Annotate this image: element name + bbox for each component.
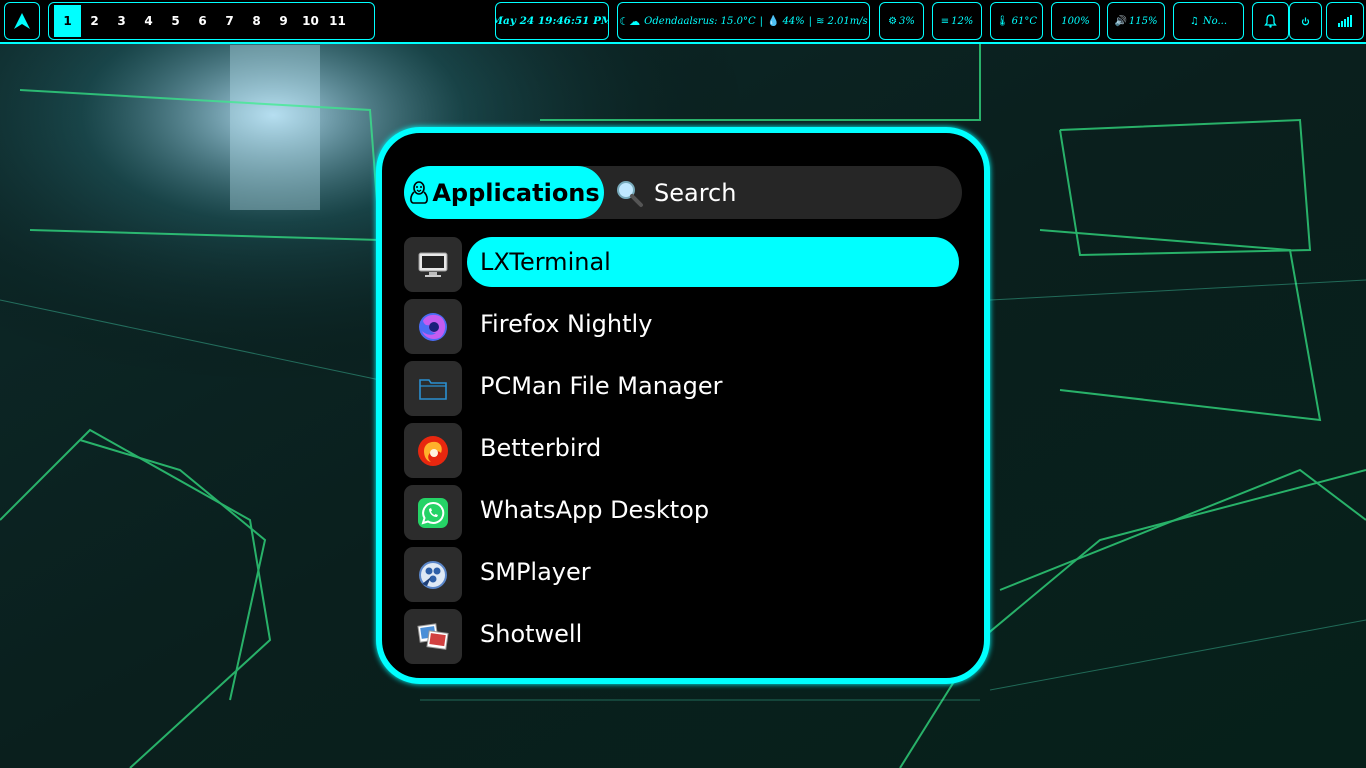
list-item-pcman-file-manager[interactable]: PCMan File Manager (404, 361, 964, 417)
volume-widget[interactable]: 🔊 115% (1107, 2, 1165, 40)
search-placeholder: Search (654, 178, 737, 207)
workspace-switcher: 1 2 3 4 5 6 7 8 9 10 11 (48, 2, 375, 40)
whatsapp-icon (418, 497, 448, 528)
terminal-icon (418, 252, 448, 277)
smplayer-icon (419, 560, 447, 589)
mode-label: Applications (432, 178, 600, 207)
cpu-usage: 3% (899, 15, 915, 27)
temperature-value: 61°C (1011, 15, 1038, 27)
workspace-button-6[interactable]: 6 (189, 5, 216, 37)
list-item-shotwell[interactable]: Shotwell (404, 609, 964, 665)
search-input[interactable]: Search (614, 166, 736, 219)
memory-icon: ≡ (940, 15, 950, 27)
brightness-value: 100% (1061, 15, 1090, 27)
weather-wind: 2.01m/s (827, 15, 868, 27)
music-title: No... (1202, 15, 1228, 27)
list-item-firefox-nightly[interactable]: Firefox Nightly (404, 299, 964, 355)
music-note-icon: ♫ (1189, 15, 1199, 27)
cpu-widget[interactable]: ⚙ 3% (879, 2, 924, 40)
list-item-smplayer[interactable]: SMPlayer (404, 547, 964, 603)
arch-logo-icon (14, 13, 30, 29)
workspace-button-2[interactable]: 2 (81, 5, 108, 37)
list-item-lxterminal[interactable]: LXTerminal (404, 237, 964, 293)
signal-bars-icon (1338, 15, 1352, 27)
weather-location-temp: Odendaalsrus: 15.0°C (644, 15, 756, 27)
memory-usage: 12% (951, 15, 974, 27)
app-label: Shotwell (480, 620, 583, 648)
magnifier-icon (617, 180, 643, 207)
app-launcher-window: Applications Search LXTerminal Firefox N… (376, 127, 990, 684)
power-icon (1301, 17, 1310, 25)
weather-widget[interactable]: ☾☁ Odendaalsrus: 15.0°C | 💧 44% | ≋ 2.01… (617, 2, 870, 40)
top-panel: 1 2 3 4 5 6 7 8 9 10 11 May 24 19:46:51 … (0, 0, 1366, 44)
temperature-widget[interactable]: 🌡 61°C (990, 2, 1043, 40)
workspace-button-10[interactable]: 10 (297, 5, 324, 37)
workspace-button-8[interactable]: 8 (243, 5, 270, 37)
shotwell-icon (417, 622, 449, 650)
moon-cloud-icon: ☾☁ (619, 14, 641, 28)
app-label: PCMan File Manager (480, 372, 723, 400)
arch-logo-button[interactable] (4, 2, 40, 40)
list-item-betterbird[interactable]: Betterbird (404, 423, 964, 479)
brightness-widget[interactable]: 100% (1051, 2, 1100, 40)
power-button[interactable] (1289, 2, 1322, 40)
firefox-nightly-icon (419, 312, 447, 341)
speaker-icon: 🔊 (1114, 15, 1127, 27)
workspace-button-9[interactable]: 9 (270, 5, 297, 37)
tux-penguin-icon (410, 180, 429, 204)
workspace-button-3[interactable]: 3 (108, 5, 135, 37)
workspace-button-4[interactable]: 4 (135, 5, 162, 37)
weather-humidity: 44% (782, 15, 805, 27)
app-label: SMPlayer (480, 558, 591, 586)
thermometer-icon: 🌡 (995, 15, 1009, 27)
cpu-icon: ⚙ (888, 15, 898, 27)
droplet-icon: 💧 (766, 15, 780, 27)
app-label: Firefox Nightly (480, 310, 653, 338)
network-button[interactable] (1326, 2, 1364, 40)
bell-icon (1264, 14, 1277, 28)
app-label: LXTerminal (467, 237, 959, 287)
launcher-input-bar: Applications Search (404, 166, 962, 219)
clock[interactable]: May 24 19:46:51 PM (495, 2, 609, 40)
list-item-whatsapp-desktop[interactable]: WhatsApp Desktop (404, 485, 964, 541)
memory-widget[interactable]: ≡ 12% (932, 2, 982, 40)
workspace-button-11[interactable]: 11 (324, 5, 351, 37)
notification-button[interactable] (1252, 2, 1289, 40)
app-label: Betterbird (480, 434, 602, 462)
volume-value: 115% (1128, 15, 1158, 27)
folder-icon (419, 378, 447, 400)
app-label: WhatsApp Desktop (480, 496, 710, 524)
music-widget[interactable]: ♫ No... (1173, 2, 1244, 40)
mode-switcher-applications[interactable]: Applications (404, 166, 604, 219)
workspace-button-7[interactable]: 7 (216, 5, 243, 37)
workspace-button-1[interactable]: 1 (54, 5, 81, 37)
workspace-button-5[interactable]: 5 (162, 5, 189, 37)
betterbird-icon (418, 435, 448, 466)
wind-icon: ≋ (816, 15, 825, 27)
